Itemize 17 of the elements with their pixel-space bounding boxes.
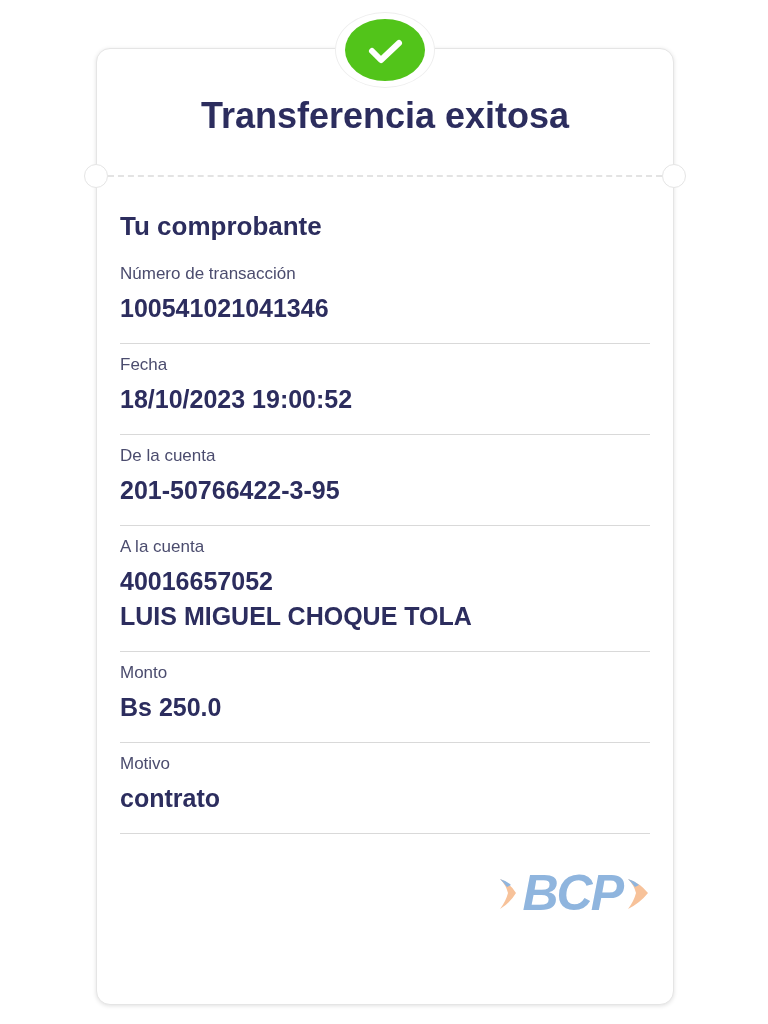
field-value: 40016657052 (120, 566, 274, 597)
field-value: 100541021041346 (120, 293, 330, 324)
receipt-heading: Tu comprobante (120, 210, 323, 243)
field-value: LUIS MIGUEL CHOQUE TOLA (120, 601, 473, 632)
success-title: Transferencia exitosa (200, 94, 570, 138)
field-label: Motivo (120, 753, 172, 775)
field-label: Monto (120, 662, 169, 684)
bank-logo: BCP (498, 868, 650, 918)
field-value: Bs 250.0 (120, 692, 223, 723)
checkmark-icon (345, 19, 425, 81)
field-label: A la cuenta (120, 536, 206, 558)
field-value: 18/10/2023 19:00:52 (120, 384, 354, 415)
field-label: Fecha (120, 354, 169, 376)
field-label: Número de transacción (120, 263, 297, 285)
field-value: 201-50766422-3-95 (120, 475, 341, 506)
field-label: De la cuenta (120, 445, 217, 467)
field-value: contrato (120, 783, 221, 814)
